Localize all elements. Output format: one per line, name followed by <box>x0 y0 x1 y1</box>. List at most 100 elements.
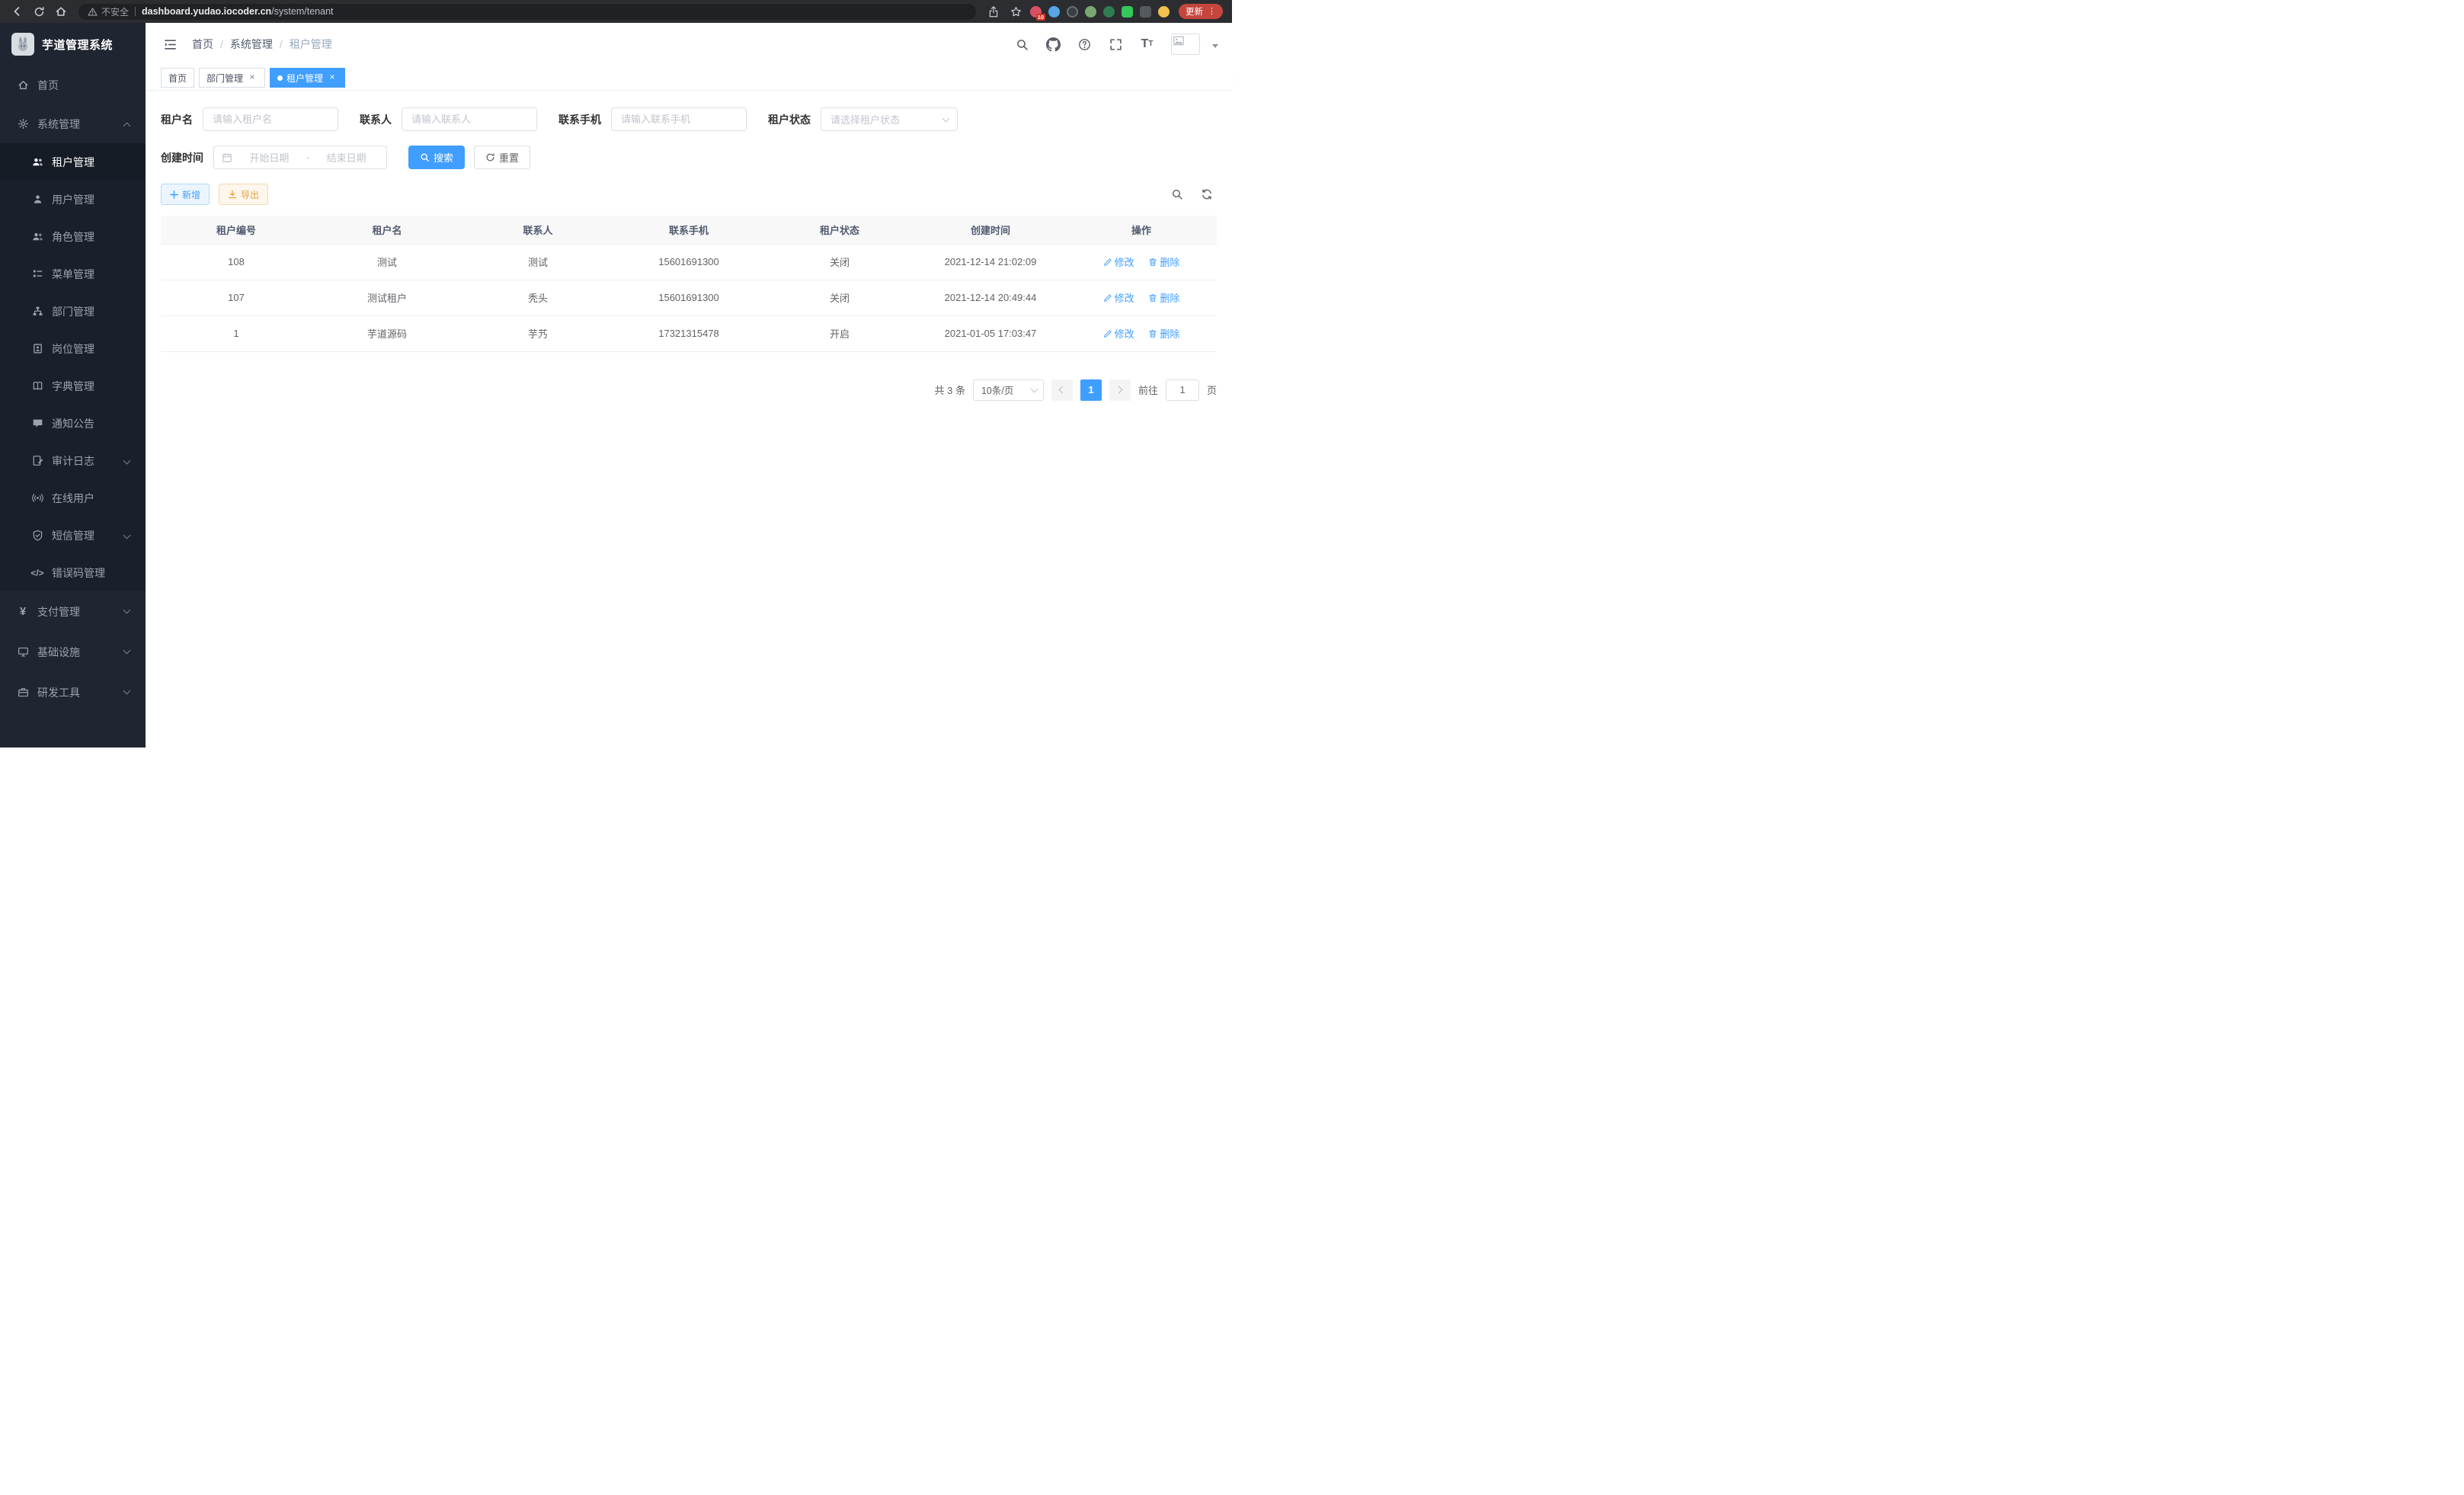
tags-view-bar: 首页 部门管理 × 租户管理 × <box>146 66 1232 91</box>
table-row: 108 测试 测试 15601691300 关闭 2021-12-14 21:0… <box>161 244 1217 280</box>
browser-menu-icon[interactable]: ⋮ <box>1208 8 1216 16</box>
tab-dept[interactable]: 部门管理 × <box>199 68 265 88</box>
tab-home[interactable]: 首页 <box>161 68 194 88</box>
cell-contact: 芋艿 <box>462 315 613 351</box>
goto-page-input[interactable] <box>1166 379 1199 401</box>
edit-link[interactable]: 修改 <box>1103 255 1134 269</box>
extensions-puzzle-icon[interactable] <box>1140 6 1151 18</box>
browser-home-icon[interactable] <box>53 4 69 19</box>
refresh-icon <box>485 152 495 162</box>
export-button[interactable]: 导出 <box>219 184 268 205</box>
github-icon[interactable] <box>1042 33 1065 56</box>
extension-icon-5[interactable] <box>1103 6 1115 18</box>
sidebar-item-audit-log[interactable]: 审计日志 <box>0 442 146 479</box>
chevron-down-icon <box>123 457 131 465</box>
sidebar-section-devtools[interactable]: 研发工具 <box>0 672 146 712</box>
browser-reload-icon[interactable] <box>31 4 46 19</box>
status-select[interactable]: 请选择租户状态 <box>821 107 958 131</box>
tenant-name-input[interactable] <box>203 107 338 131</box>
extension-icon-2[interactable] <box>1048 6 1060 18</box>
date-range-picker[interactable]: 开始日期 - 结束日期 <box>213 146 387 169</box>
sidebar-item-dept[interactable]: 部门管理 <box>0 293 146 330</box>
sidebar-item-dict[interactable]: 字典管理 <box>0 367 146 405</box>
user-avatar-broken-image[interactable] <box>1171 34 1200 55</box>
tab-tenant-active[interactable]: 租户管理 × <box>270 68 345 88</box>
sidebar-item-role[interactable]: 角色管理 <box>0 218 146 255</box>
delete-link[interactable]: 删除 <box>1148 326 1179 341</box>
edit-link[interactable]: 修改 <box>1103 326 1134 341</box>
sidebar-section-system[interactable]: 系统管理 <box>0 104 146 143</box>
avatar-caret-down-icon[interactable] <box>1212 44 1218 48</box>
breadcrumb-separator: / <box>220 38 223 50</box>
font-size-icon[interactable]: TT <box>1135 33 1159 56</box>
sidebar-item-post[interactable]: 岗位管理 <box>0 330 146 367</box>
page-size-select[interactable]: 10条/页 <box>973 379 1044 401</box>
browser-chrome: 不安全 dashboard.yudao.iocoder.cn/system/te… <box>0 0 1232 23</box>
cell-contact: 秃头 <box>462 280 613 315</box>
delete-link[interactable]: 删除 <box>1148 255 1179 269</box>
filter-tenant-name: 租户名 <box>161 107 338 131</box>
extension-icon-6[interactable] <box>1122 6 1133 18</box>
bookmark-star-icon[interactable] <box>1008 4 1023 19</box>
mobile-input[interactable] <box>611 107 747 131</box>
reset-button[interactable]: 重置 <box>474 146 530 169</box>
close-tab-icon[interactable]: × <box>327 72 338 83</box>
help-icon[interactable] <box>1073 33 1096 56</box>
browser-back-icon[interactable] <box>9 4 24 19</box>
app: 芋道管理系统 首页 系统管理 租户管理 <box>0 23 1232 748</box>
sidebar-section-infra[interactable]: 基础设施 <box>0 632 146 672</box>
search-button[interactable]: 搜索 <box>408 146 465 169</box>
fullscreen-icon[interactable] <box>1104 33 1128 56</box>
page-1-button[interactable]: 1 <box>1080 379 1102 401</box>
toolbox-icon <box>17 687 29 699</box>
comment-icon <box>31 418 43 430</box>
share-icon[interactable] <box>986 4 1001 19</box>
breadcrumb-system[interactable]: 系统管理 <box>230 37 273 52</box>
monitor-icon <box>17 646 29 658</box>
breadcrumb-home[interactable]: 首页 <box>192 37 213 52</box>
extension-icon-3[interactable] <box>1067 6 1078 18</box>
warning-icon <box>88 7 98 17</box>
screen: 不安全 dashboard.yudao.iocoder.cn/system/te… <box>0 0 1232 748</box>
sidebar-item-notice[interactable]: 通知公告 <box>0 405 146 442</box>
date-separator: - <box>306 152 309 163</box>
cell-tenant-id: 107 <box>161 280 312 315</box>
trash-icon <box>1148 258 1157 267</box>
sidebar-item-user[interactable]: 用户管理 <box>0 181 146 218</box>
url-bar[interactable]: 不安全 dashboard.yudao.iocoder.cn/system/te… <box>78 4 976 20</box>
sidebar-item-online-users[interactable]: 在线用户 <box>0 479 146 517</box>
end-date-placeholder[interactable]: 结束日期 <box>314 150 379 165</box>
chevron-right-icon <box>1115 386 1123 394</box>
toggle-search-icon[interactable] <box>1167 184 1187 204</box>
sidebar-item-sms[interactable]: 短信管理 <box>0 517 146 554</box>
active-tab-dot <box>277 75 283 81</box>
table-row: 1 芋道源码 芋艿 17321315478 开启 2021-01-05 17:0… <box>161 315 1217 351</box>
start-date-placeholder[interactable]: 开始日期 <box>237 150 302 165</box>
gear-icon <box>17 118 29 130</box>
next-page-button[interactable] <box>1109 379 1131 401</box>
security-label: 不安全 <box>101 5 129 18</box>
sidebar-fold-icon[interactable] <box>164 39 177 50</box>
contact-input[interactable] <box>402 107 537 131</box>
cell-created: 2021-12-14 21:02:09 <box>915 244 1066 280</box>
extension-icon-4[interactable] <box>1085 6 1096 18</box>
sidebar-item-error-code[interactable]: </> 错误码管理 <box>0 554 146 591</box>
sidebar-item-tenant[interactable]: 租户管理 <box>0 143 146 181</box>
delete-link[interactable]: 删除 <box>1148 290 1179 305</box>
close-tab-icon[interactable]: × <box>247 72 258 83</box>
sidebar-section-payment[interactable]: ¥ 支付管理 <box>0 591 146 632</box>
search-icon[interactable] <box>1010 33 1034 56</box>
cell-status: 关闭 <box>764 244 915 280</box>
edit-link[interactable]: 修改 <box>1103 290 1134 305</box>
refresh-table-icon[interactable] <box>1197 184 1217 204</box>
tenant-people-icon <box>31 156 43 168</box>
sidebar-item-menu[interactable]: 菜单管理 <box>0 255 146 293</box>
extension-icon-1[interactable]: 10 <box>1030 6 1042 18</box>
browser-update-button[interactable]: 更新 ⋮ <box>1179 4 1223 19</box>
profile-avatar[interactable] <box>1158 6 1170 18</box>
cell-tenant-name: 测试租户 <box>312 280 462 315</box>
sidebar-item-home[interactable]: 首页 <box>0 66 146 104</box>
add-button[interactable]: 新增 <box>161 184 210 205</box>
not-secure-warning[interactable]: 不安全 <box>88 5 129 18</box>
prev-page-button[interactable] <box>1051 379 1073 401</box>
